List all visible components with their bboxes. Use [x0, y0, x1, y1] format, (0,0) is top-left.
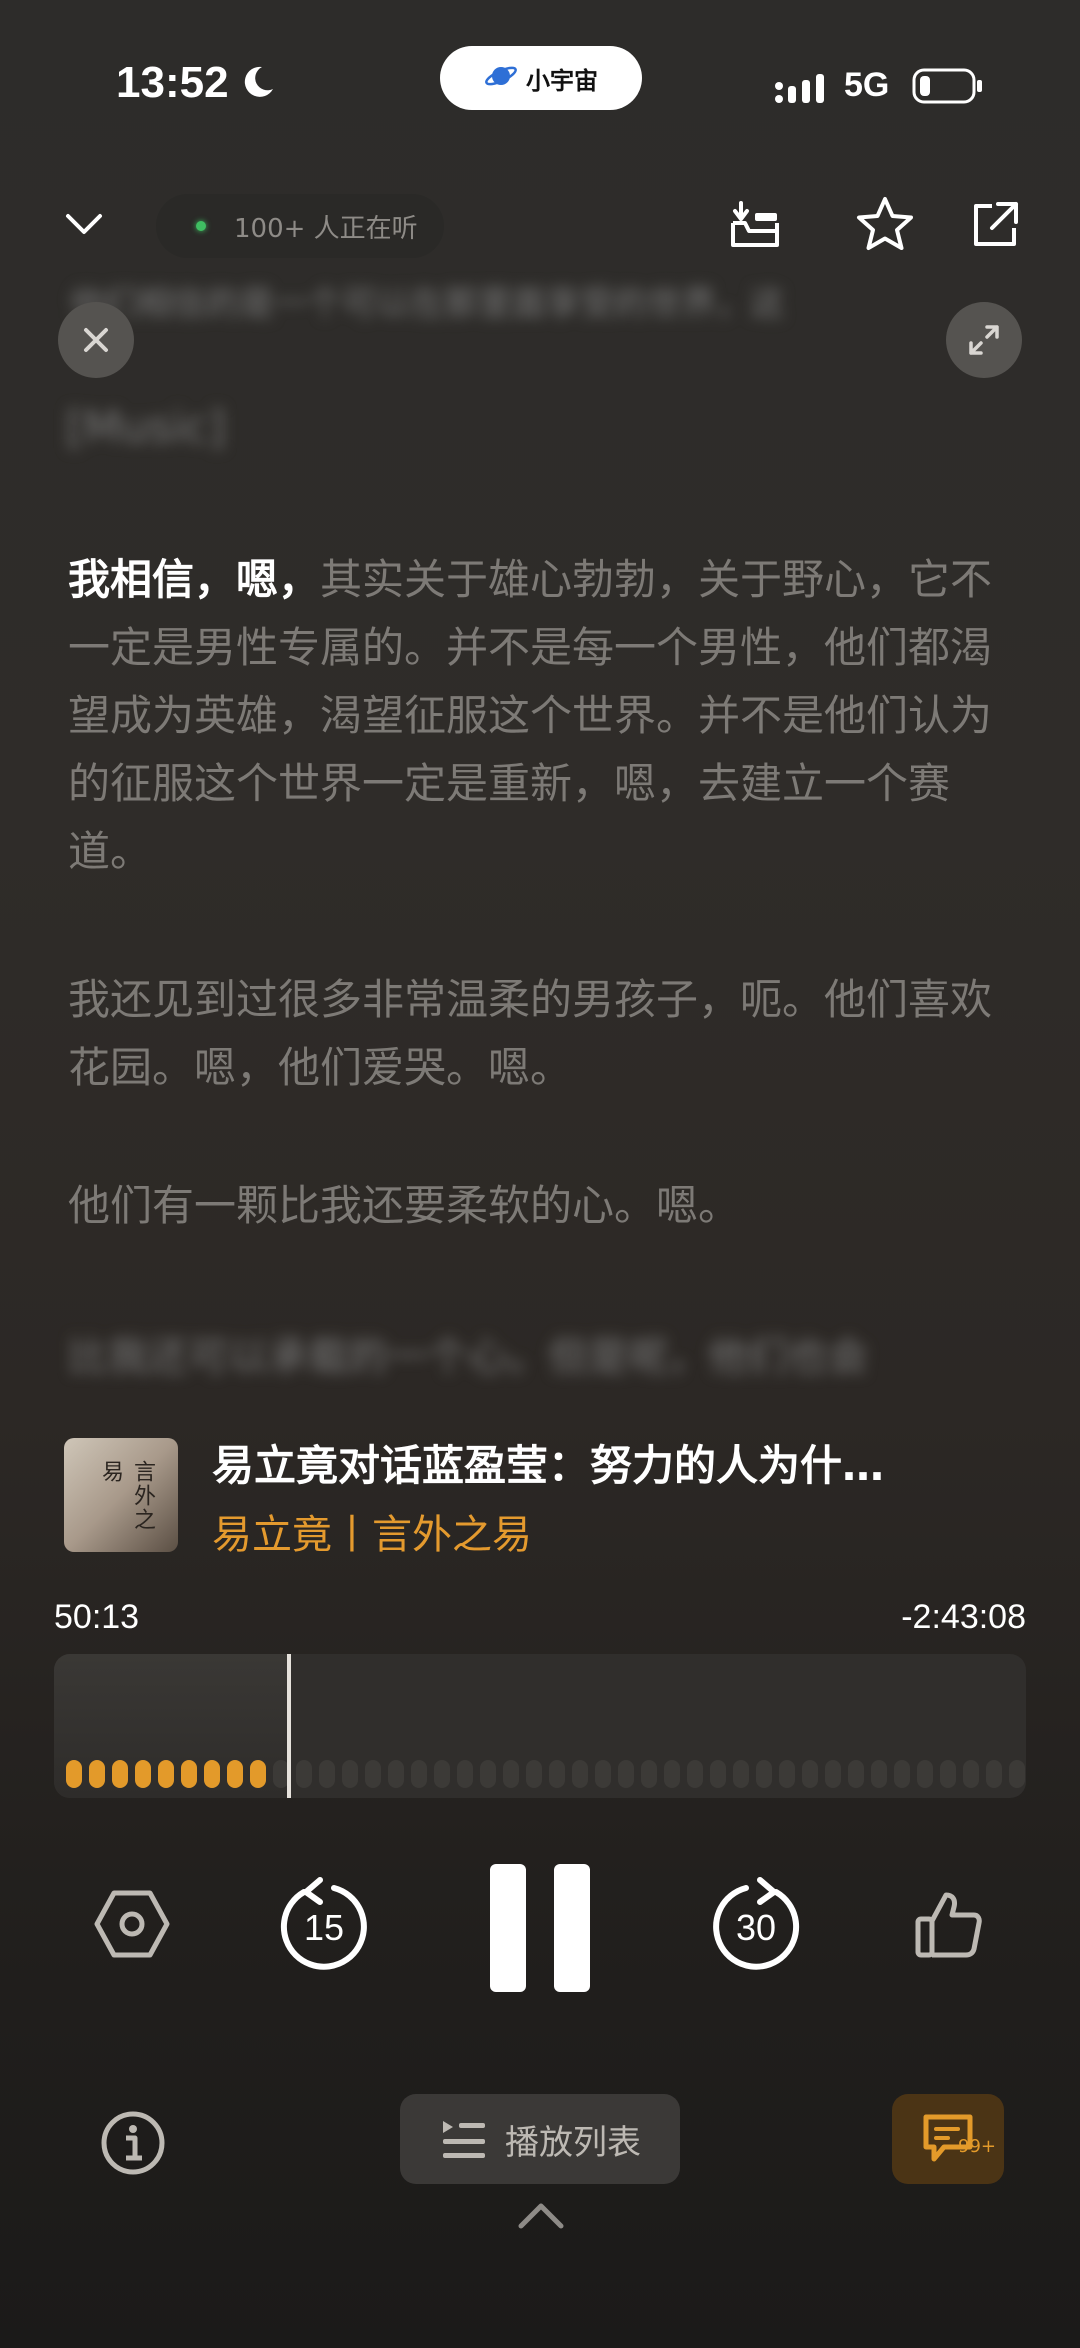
- waveform-bar: [434, 1760, 450, 1788]
- waveform-bar: [986, 1760, 1002, 1788]
- listeners-badge: 100+ 人正在听: [156, 194, 444, 258]
- app-pill-label: 小宇宙: [526, 66, 598, 95]
- waveform-bar: [526, 1760, 542, 1788]
- waveform-bar: [319, 1760, 335, 1788]
- listeners-count: 100+ 人正在听: [234, 213, 418, 244]
- waveform-bar: [572, 1760, 588, 1788]
- transcript-paragraph[interactable]: 他们有一颗比我还要柔软的心。嗯。: [68, 1172, 1012, 1240]
- waveform-bar: [89, 1760, 105, 1788]
- rewind-seconds: 15: [304, 1907, 344, 1948]
- waveform-bar: [503, 1760, 519, 1788]
- episode-cover[interactable]: 言外之易: [64, 1438, 178, 1552]
- elapsed-time: 50:13: [54, 1598, 140, 1636]
- transcript-current-paragraph[interactable]: 我相信，嗯，其实关于雄心勃勃，关于野心，它不一定是男性专属的。并不是每一个男性，…: [68, 546, 1012, 886]
- waveform-bar: [641, 1760, 657, 1788]
- waveform-bar: [779, 1760, 795, 1788]
- playhead[interactable]: [287, 1654, 291, 1798]
- star-icon[interactable]: [848, 188, 922, 262]
- waveform-bar: [733, 1760, 749, 1788]
- waveform-bar: [595, 1760, 611, 1788]
- waveform-bar: [894, 1760, 910, 1788]
- live-dot-icon: [196, 221, 206, 231]
- cover-text: 言外之易: [98, 1460, 155, 1532]
- app-pill[interactable]: 小宇宙: [440, 46, 642, 110]
- waveform-bar: [825, 1760, 841, 1788]
- playlist-icon: [443, 2121, 485, 2158]
- waveform-bar: [756, 1760, 772, 1788]
- info-icon[interactable]: [96, 2106, 170, 2180]
- expand-transcript-button[interactable]: [946, 302, 1022, 378]
- transcript-current-words: 我相信，嗯，: [68, 555, 321, 604]
- waveform-bar: [158, 1760, 174, 1788]
- like-thumb-icon[interactable]: [904, 1882, 994, 1966]
- waveform-bars: [66, 1760, 1025, 1788]
- remaining-time: -2:43:08: [901, 1598, 1026, 1636]
- waveform-bar: [342, 1760, 358, 1788]
- waveform-bar: [917, 1760, 933, 1788]
- moon-icon: [240, 64, 276, 104]
- expand-icon: [969, 325, 999, 355]
- waveform-bar: [250, 1760, 266, 1788]
- settings-hexagon-icon[interactable]: [92, 1884, 172, 1964]
- waveform-bar: [848, 1760, 864, 1788]
- comments-count: 99+: [958, 2136, 996, 2157]
- waveform-bar: [871, 1760, 887, 1788]
- close-icon: [84, 328, 108, 352]
- status-time: 13:52: [116, 58, 229, 107]
- progress-waveform[interactable]: [54, 1654, 1026, 1798]
- comments-button[interactable]: 99+: [892, 2094, 1004, 2184]
- share-icon[interactable]: [960, 190, 1030, 260]
- collapse-chevron-icon[interactable]: [64, 210, 104, 242]
- episode-title[interactable]: 易立竟对话蓝盈莹：努力的人为什…: [212, 1432, 992, 1493]
- forward-icon: 30: [713, 1877, 800, 1970]
- waveform-bar: [365, 1760, 381, 1788]
- transcript-line-blurred: 比我还可以承载的一个心。但是呢，他们也会: [68, 1334, 868, 1380]
- waveform-bar: [802, 1760, 818, 1788]
- battery-icon: [912, 68, 984, 108]
- waveform-bar: [664, 1760, 680, 1788]
- signal-icon: [774, 72, 830, 110]
- planet-icon: [484, 61, 518, 95]
- rewind-15-button[interactable]: 15: [274, 1876, 374, 1976]
- music-tag: [Music]: [66, 402, 226, 453]
- forward-30-button[interactable]: 30: [706, 1876, 806, 1976]
- waveform-bar: [296, 1760, 312, 1788]
- network-label: 5G: [844, 66, 890, 104]
- waveform-bar: [135, 1760, 151, 1788]
- pause-bar-left[interactable]: [490, 1864, 526, 1992]
- waveform-bar: [549, 1760, 565, 1788]
- waveform-bar: [1009, 1760, 1025, 1788]
- waveform-bar: [388, 1760, 404, 1788]
- waveform-bar: [940, 1760, 956, 1788]
- waveform-bar: [710, 1760, 726, 1788]
- episode-author[interactable]: 易立竟丨言外之易: [212, 1502, 532, 1560]
- waveform-bar: [66, 1760, 82, 1788]
- playlist-button[interactable]: 播放列表: [400, 2094, 680, 2184]
- waveform-bar: [411, 1760, 427, 1788]
- waveform-bar: [227, 1760, 243, 1788]
- transcript-line-blurred: 他们相信的是一个可以在那里面享受的世界，这: [70, 284, 784, 324]
- playlist-label: 播放列表: [505, 2122, 641, 2163]
- waveform-bar: [112, 1760, 128, 1788]
- pause-bar-right[interactable]: [554, 1864, 590, 1992]
- waveform-bar: [181, 1760, 197, 1788]
- waveform-bar: [480, 1760, 496, 1788]
- waveform-bar: [963, 1760, 979, 1788]
- queue-add-icon[interactable]: [720, 190, 790, 260]
- close-transcript-button[interactable]: [58, 302, 134, 378]
- waveform-bar: [457, 1760, 473, 1788]
- waveform-bar: [618, 1760, 634, 1788]
- waveform-bar: [687, 1760, 703, 1788]
- rewind-icon: 15: [280, 1877, 367, 1970]
- chevron-up-icon[interactable]: [516, 2198, 566, 2232]
- forward-seconds: 30: [736, 1907, 776, 1948]
- waveform-bar: [204, 1760, 220, 1788]
- transcript-paragraph[interactable]: 我还见到过很多非常温柔的男孩子，呃。他们喜欢花园。嗯，他们爱哭。嗯。: [68, 966, 1012, 1102]
